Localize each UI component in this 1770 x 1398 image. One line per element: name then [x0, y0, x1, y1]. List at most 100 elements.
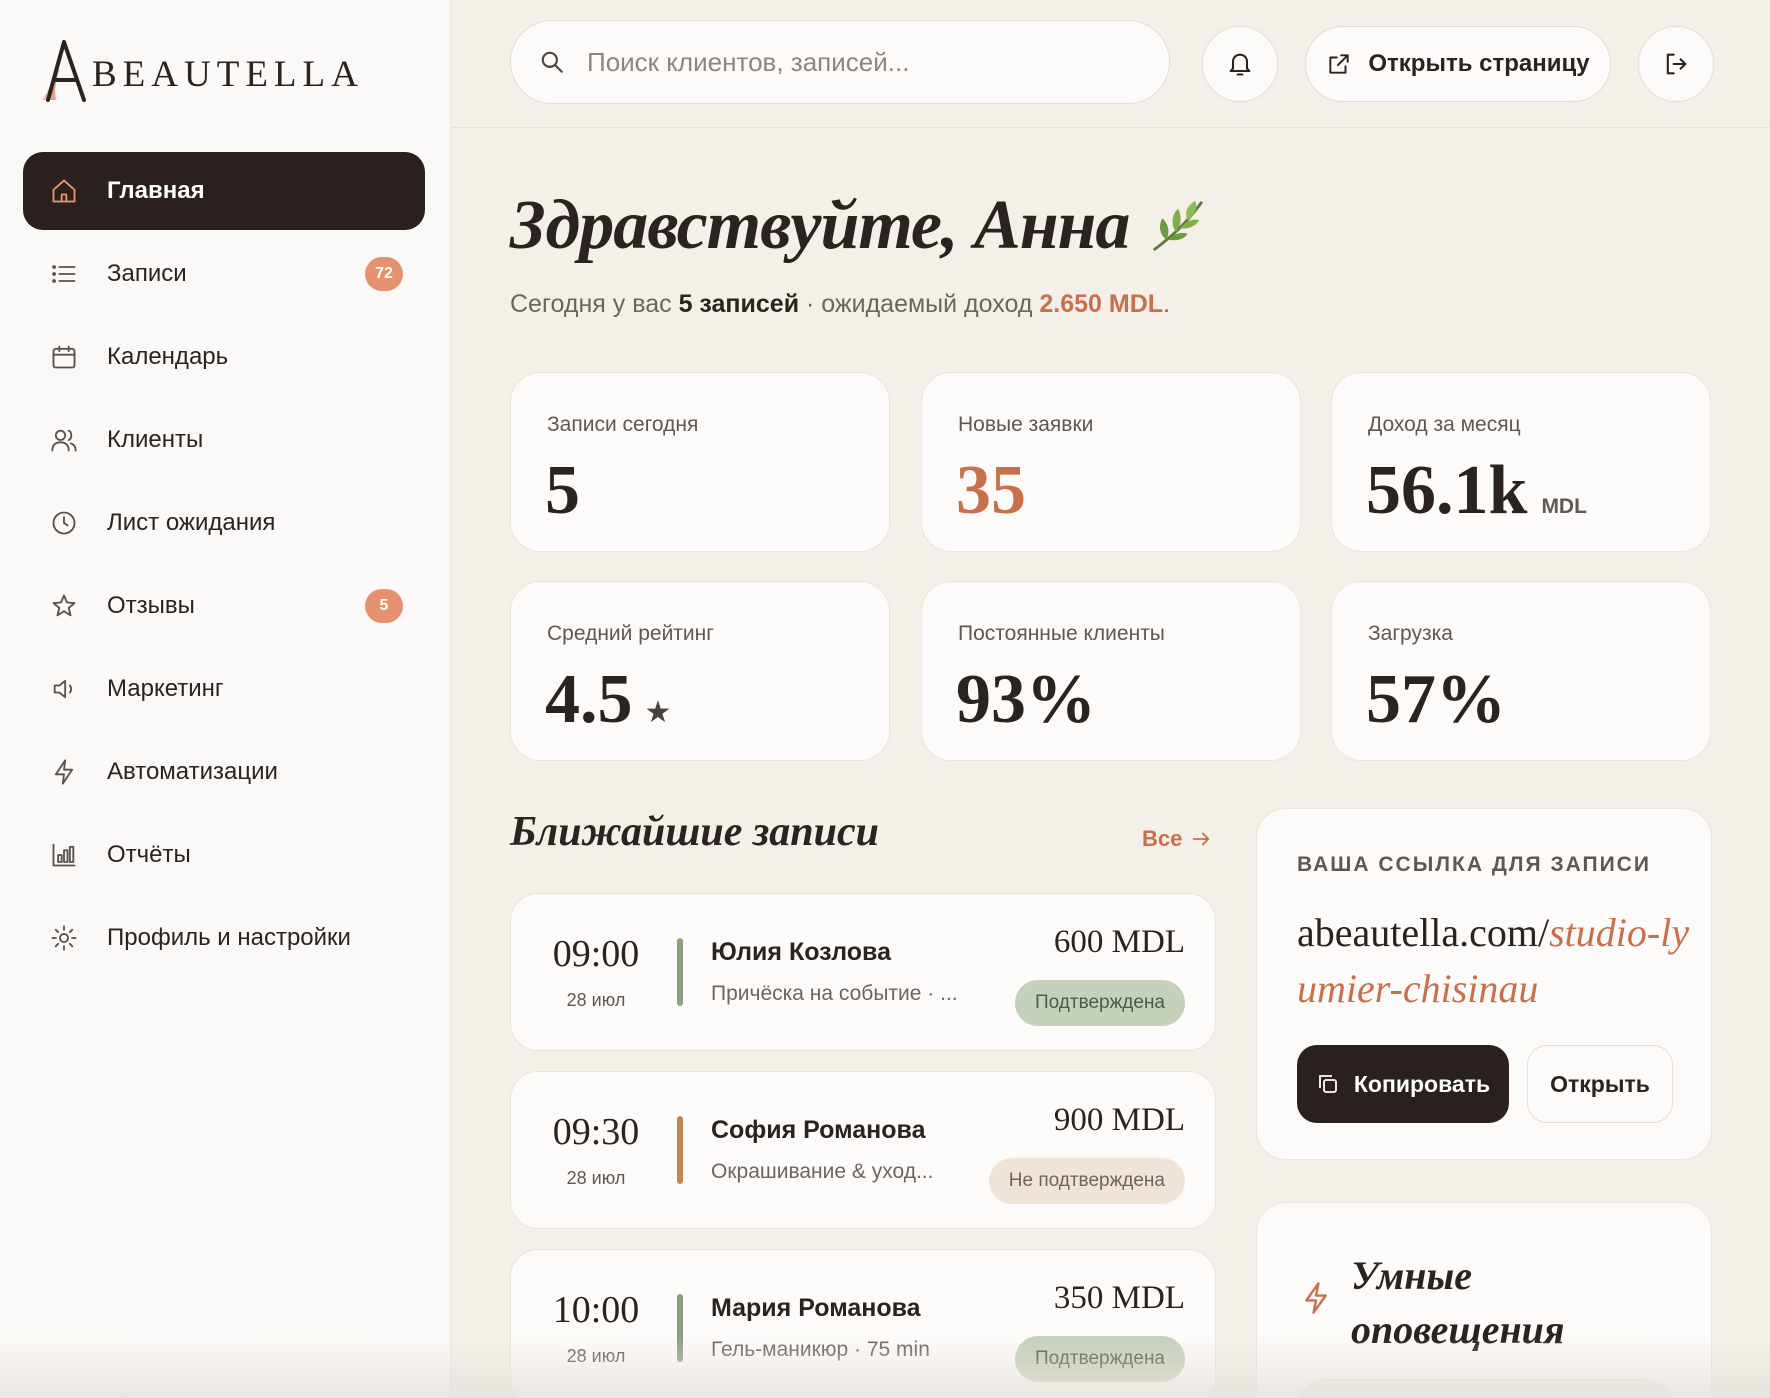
service-name: Окрашивание & уход... [711, 1160, 934, 1183]
gear-icon [49, 923, 79, 953]
sidebar-item-settings[interactable]: Профиль и настройки [23, 899, 425, 977]
bar-chart-icon [49, 840, 79, 870]
stat-label: Постоянные клиенты [958, 622, 1165, 645]
sidebar-item-records[interactable]: Записи 72 [23, 235, 425, 313]
greeting-subline: Сегодня у вас 5 записей · ожидаемый дохо… [510, 290, 1170, 319]
home-icon [49, 176, 79, 206]
sidebar-item-home[interactable]: Главная [23, 152, 425, 230]
notifications-button[interactable] [1202, 26, 1278, 102]
see-all-label: Все [1142, 826, 1183, 851]
subline-appointments: 5 записей [678, 290, 800, 318]
stat-card-regular-clients: Постоянные клиенты 93% [921, 581, 1301, 761]
leaf-icon [1153, 200, 1204, 251]
sidebar-item-reviews[interactable]: Отзывы 5 [23, 567, 425, 645]
sidebar-item-label: Лист ожидания [107, 509, 276, 536]
stat-label: Новые заявки [958, 413, 1094, 436]
copy-icon [1318, 1075, 1337, 1093]
booking-link-domain: abeautella.com/ [1297, 910, 1550, 955]
stat-value: 5 [545, 451, 580, 531]
sidebar-item-waitlist[interactable]: Лист ожидания [23, 484, 425, 562]
appointment-date: 28 июл [566, 1168, 626, 1188]
copy-label: Копировать [1353, 1070, 1491, 1097]
booking-link-caption: ВАША ССЫЛКА ДЛЯ ЗАПИСИ [1297, 853, 1651, 876]
sidebar-item-label: Отчёты [107, 841, 191, 868]
smart-alert-item[interactable] [1297, 1379, 1673, 1398]
sidebar-item-automations[interactable]: Автоматизации [23, 733, 425, 811]
sidebar-item-label: Маркетинг [107, 675, 224, 702]
appointment-price: 350 MDL [1053, 1280, 1185, 1316]
stat-unit: MDL [1541, 495, 1587, 518]
search-bar[interactable] [510, 20, 1170, 104]
stat-number: 93% [956, 661, 1096, 738]
page-title: Здравствуйте, Анна [510, 186, 1209, 266]
appointment-price: 900 MDL [1053, 1102, 1185, 1138]
appointment-status-bar [677, 1116, 683, 1184]
stat-value: 57% [1366, 660, 1506, 740]
appointment-time: 10:00 [552, 1289, 640, 1331]
subline-middle: · ожидаемый доход [799, 290, 1040, 318]
upcoming-title: Ближайшие записи [510, 809, 879, 855]
sidebar-item-clients[interactable]: Клиенты [23, 401, 425, 479]
client-name: Мария Романова [711, 1294, 921, 1322]
badge-count: 72 [365, 257, 403, 291]
sidebar-nav: Главная Записи 72 Календарь Клиенты Лист… [23, 152, 425, 982]
stat-card-avg-rating: Средний рейтинг 4.5 ★ [510, 581, 890, 761]
appointment-status-bar [677, 1294, 683, 1362]
star-icon [49, 591, 79, 621]
logout-button[interactable] [1638, 26, 1714, 102]
service-name: Причёска на событие · ... [711, 982, 958, 1005]
see-all-link[interactable]: Все [1142, 826, 1212, 852]
megaphone-icon [49, 674, 79, 704]
appointment-card[interactable]: 09:00 28 июл Юлия Козлова Причёска на со… [510, 893, 1216, 1051]
stat-value: 4.5 ★ [545, 660, 671, 740]
stat-card-new-requests: Новые заявки 35 [921, 372, 1301, 552]
stat-value: 56.1k MDL [1366, 451, 1587, 531]
stat-number: 5 [545, 452, 580, 529]
status-badge: Подтверждена [1014, 980, 1185, 1026]
sidebar-item-label: Автоматизации [107, 758, 278, 785]
clock-icon [49, 508, 79, 538]
list-icon [49, 259, 79, 289]
stat-number: 56.1k [1366, 452, 1528, 529]
client-name: Юлия Козлова [711, 938, 892, 966]
logo-text: BEAUTELLA [92, 53, 364, 95]
sidebar-item-calendar[interactable]: Календарь [23, 318, 425, 396]
stat-label: Средний рейтинг [547, 622, 714, 645]
search-input[interactable] [587, 46, 1127, 78]
open-page-button[interactable]: Открыть страницу [1305, 26, 1611, 102]
subline-income: 2.650 MDL [1039, 290, 1164, 318]
appointment-time: 09:00 [552, 933, 640, 975]
app-root: BEAUTELLA Главная Записи 72 Календарь Кл… [0, 0, 1770, 1398]
stat-card-appointments-today: Записи сегодня 5 [510, 372, 890, 552]
appointment-status-bar [677, 938, 683, 1006]
logo[interactable]: BEAUTELLA [38, 38, 364, 102]
copy-link-button[interactable]: Копировать [1297, 1045, 1509, 1123]
appointment-card[interactable]: 10:00 28 июл Мария Романова Гель-маникюр… [510, 1249, 1216, 1398]
stat-number: 35 [956, 452, 1026, 529]
appointment-time: 09:30 [552, 1111, 640, 1153]
stat-value: 35 [956, 451, 1026, 531]
sidebar-item-label: Клиенты [107, 426, 204, 453]
appointment-date: 28 июл [566, 990, 626, 1010]
booking-link-url[interactable]: abeautella.com/studio-lyumier-chisinau [1297, 905, 1697, 1017]
stat-number: 4.5 [545, 661, 633, 738]
sidebar-item-label: Отзывы [107, 592, 195, 619]
logout-icon [1666, 53, 1687, 75]
subline-prefix: Сегодня у вас [510, 290, 679, 318]
stat-card-load: Загрузка 57% [1331, 581, 1711, 761]
external-link-icon [1329, 54, 1350, 74]
search-icon [541, 51, 563, 73]
sidebar-item-reports[interactable]: Отчёты [23, 816, 425, 894]
appointment-card[interactable]: 09:30 28 июл София Романова Окрашивание … [510, 1071, 1216, 1229]
appointment-price: 600 MDL [1053, 924, 1185, 960]
arrow-right-icon [1193, 832, 1210, 846]
sidebar: BEAUTELLA Главная Записи 72 Календарь Кл… [0, 0, 451, 1398]
open-link-button[interactable]: Открыть [1527, 1045, 1673, 1123]
stat-label: Доход за месяц [1368, 413, 1521, 436]
stat-value: 93% [956, 660, 1096, 740]
service-name: Гель-маникюр · 75 min [711, 1338, 930, 1361]
greeting-text: Здравствуйте, Анна [510, 187, 1130, 264]
sidebar-item-marketing[interactable]: Маркетинг [23, 650, 425, 728]
stat-number: 57% [1366, 661, 1506, 738]
badge-count: 5 [365, 589, 403, 623]
